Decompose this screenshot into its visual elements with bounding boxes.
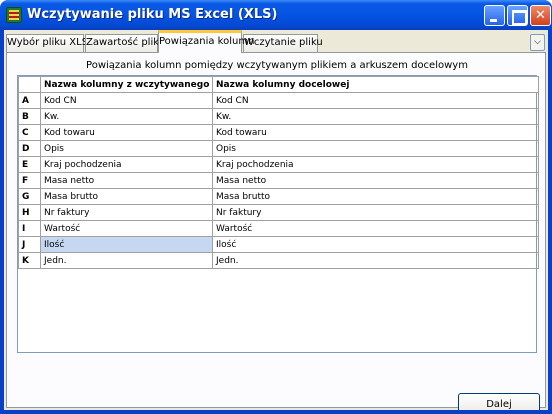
table-row: A Kod CN Kod CN <box>18 92 539 109</box>
column-header-target[interactable]: Nazwa kolumny docelowej <box>212 76 539 93</box>
row-key: G <box>18 188 41 205</box>
tab-strip: Wybór pliku XLS Zawartość pliku Powiązan… <box>6 30 546 53</box>
window-title: Wczytywanie pliku MS Excel (XLS) <box>27 7 278 22</box>
table-row: D Opis Opis <box>18 140 539 157</box>
source-cell[interactable]: Opis <box>40 140 213 157</box>
source-cell[interactable]: Kod towaru <box>40 124 213 141</box>
row-key: E <box>18 156 41 173</box>
row-key: C <box>18 124 41 141</box>
table-row: J Ilość Ilość <box>18 236 539 253</box>
source-cell[interactable]: Masa netto <box>40 172 213 189</box>
source-cell[interactable]: Wartość <box>40 220 213 237</box>
source-cell[interactable]: Kod CN <box>40 92 213 109</box>
tab-file-contents[interactable]: Zawartość pliku <box>85 34 165 52</box>
table-row: E Kraj pochodzenia Kraj pochodzenia <box>18 156 539 173</box>
app-window: Wczytywanie pliku MS Excel (XLS) Wybór p… <box>0 0 552 414</box>
row-key: I <box>18 220 41 237</box>
source-cell-selected[interactable]: Ilość <box>40 236 213 253</box>
window-frame-bottom <box>0 410 552 414</box>
header-row: Nazwa kolumny z wczytywanego pliku Nazwa… <box>18 76 539 93</box>
table-row: I Wartość Wartość <box>18 220 539 237</box>
tab-file-load[interactable]: Wczytanie pliku <box>243 34 323 52</box>
mapping-table: Nazwa kolumny z wczytywanego pliku Nazwa… <box>18 76 539 269</box>
corner-cell <box>18 76 41 93</box>
dialog-client: Wybór pliku XLS Zawartość pliku Powiązan… <box>4 30 548 414</box>
column-header-source[interactable]: Nazwa kolumny z wczytywanego pliku <box>40 76 213 93</box>
row-key: J <box>18 236 41 253</box>
source-cell[interactable]: Kraj pochodzenia <box>40 156 213 173</box>
target-cell[interactable]: Kraj pochodzenia <box>212 156 539 173</box>
target-cell[interactable]: Opis <box>212 140 539 157</box>
target-cell[interactable]: Kw. <box>212 108 539 125</box>
target-cell[interactable]: Kod CN <box>212 92 539 109</box>
tab-column-mapping[interactable]: Powiązania kolumn <box>158 30 254 53</box>
target-cell[interactable]: Jedn. <box>212 252 539 269</box>
row-key: B <box>18 108 41 125</box>
maximize-icon[interactable] <box>507 5 528 26</box>
tab-chevron-down-icon[interactable]: ⌵ <box>530 34 545 51</box>
excel-app-icon <box>6 7 22 23</box>
target-cell[interactable]: Masa netto <box>212 172 539 189</box>
table-row: F Masa netto Masa netto <box>18 172 539 189</box>
window-frame-left <box>0 30 4 414</box>
tab-file-select[interactable]: Wybór pliku XLS <box>6 34 88 52</box>
target-cell[interactable]: Wartość <box>212 220 539 237</box>
window-frame-right <box>548 30 552 414</box>
row-key: H <box>18 204 41 221</box>
panel-header: Powiązania kolumn pomiędzy wczytywanym p… <box>86 60 468 71</box>
close-icon[interactable] <box>530 5 551 26</box>
target-cell[interactable]: Ilość <box>212 236 539 253</box>
title-bar[interactable]: Wczytywanie pliku MS Excel (XLS) <box>0 0 552 30</box>
minimize-icon[interactable] <box>484 5 505 26</box>
source-cell[interactable]: Nr faktury <box>40 204 213 221</box>
target-cell[interactable]: Masa brutto <box>212 188 539 205</box>
source-cell[interactable]: Masa brutto <box>40 188 213 205</box>
row-key: K <box>18 252 41 269</box>
table-row: K Jedn. Jedn. <box>18 252 539 269</box>
tab-panel: Powiązania kolumn pomiędzy wczytywanym p… <box>6 52 546 414</box>
mapping-grid: Nazwa kolumny z wczytywanego pliku Nazwa… <box>17 75 539 353</box>
source-cell[interactable]: Jedn. <box>40 252 213 269</box>
row-key: A <box>18 92 41 109</box>
table-row: C Kod towaru Kod towaru <box>18 124 539 141</box>
source-cell[interactable]: Kw. <box>40 108 213 125</box>
row-key: F <box>18 172 41 189</box>
table-row: H Nr faktury Nr faktury <box>18 204 539 221</box>
table-row: B Kw. Kw. <box>18 108 539 125</box>
target-cell[interactable]: Kod towaru <box>212 124 539 141</box>
table-row: G Masa brutto Masa brutto <box>18 188 539 205</box>
row-key: D <box>18 140 41 157</box>
target-cell[interactable]: Nr faktury <box>212 204 539 221</box>
